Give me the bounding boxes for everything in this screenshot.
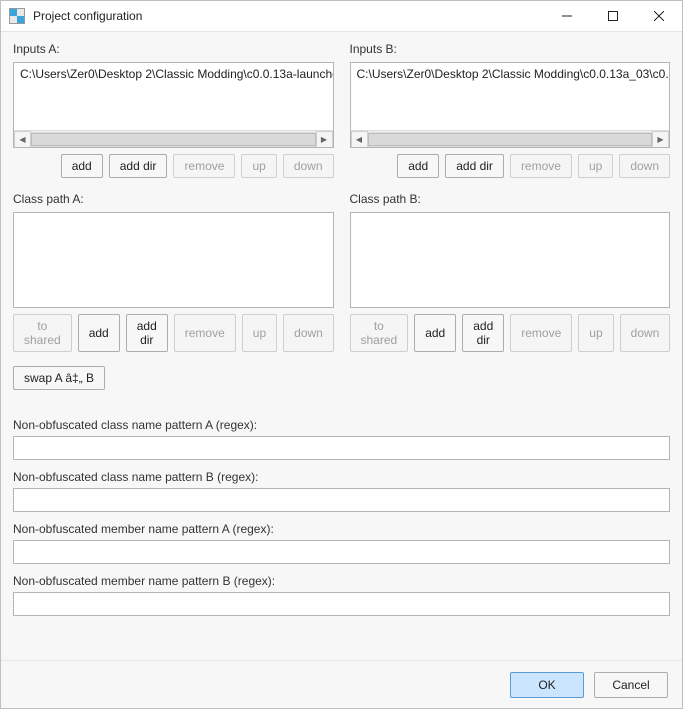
field-class-pattern-a: Non-obfuscated class name pattern A (reg…	[13, 418, 670, 460]
inputs-b-buttons: add add dir remove up down	[350, 154, 671, 178]
add-dir-button[interactable]: add dir	[462, 314, 504, 352]
ok-button[interactable]: OK	[510, 672, 584, 698]
class-pattern-b-input[interactable]	[13, 488, 670, 512]
field-member-pattern-a: Non-obfuscated member name pattern A (re…	[13, 522, 670, 564]
classpath-b-section: Class path B: to shared add add dir remo…	[350, 192, 671, 352]
remove-button[interactable]: remove	[510, 314, 572, 352]
add-button[interactable]: add	[414, 314, 456, 352]
remove-button[interactable]: remove	[174, 314, 236, 352]
inputs-a-list[interactable]: C:\Users\Zer0\Desktop 2\Classic Modding\…	[13, 62, 334, 148]
minimize-button[interactable]	[544, 1, 590, 31]
remove-button[interactable]: remove	[510, 154, 572, 178]
up-button[interactable]: up	[578, 154, 613, 178]
close-button[interactable]	[636, 1, 682, 31]
classpath-b-buttons: to shared add add dir remove up down	[350, 314, 671, 352]
swap-row: swap A â‡„ B	[13, 366, 670, 390]
class-pattern-b-label: Non-obfuscated class name pattern B (reg…	[13, 470, 670, 484]
inputs-b-list[interactable]: C:\Users\Zer0\Desktop 2\Classic Modding\…	[350, 62, 671, 148]
inputs-a-section: Inputs A: C:\Users\Zer0\Desktop 2\Classi…	[13, 42, 334, 178]
add-dir-button[interactable]: add dir	[445, 154, 504, 178]
inputs-b-label: Inputs B:	[350, 42, 671, 56]
classpath-a-label: Class path A:	[13, 192, 334, 206]
member-pattern-a-label: Non-obfuscated member name pattern A (re…	[13, 522, 670, 536]
inputs-a-label: Inputs A:	[13, 42, 334, 56]
add-dir-button[interactable]: add dir	[109, 154, 168, 178]
field-class-pattern-b: Non-obfuscated class name pattern B (reg…	[13, 470, 670, 512]
inputs-b-scrollbar[interactable]: ◀ ▶	[351, 130, 670, 147]
inputs-a-scrollbar[interactable]: ◀ ▶	[14, 130, 333, 147]
maximize-button[interactable]	[590, 1, 636, 31]
member-pattern-b-label: Non-obfuscated member name pattern B (re…	[13, 574, 670, 588]
classpath-row: Class path A: to shared add add dir remo…	[13, 192, 670, 352]
app-icon	[9, 8, 25, 24]
to-shared-button[interactable]: to shared	[350, 314, 409, 352]
add-button[interactable]: add	[78, 314, 120, 352]
member-pattern-a-input[interactable]	[13, 540, 670, 564]
add-button[interactable]: add	[61, 154, 103, 178]
down-button[interactable]: down	[283, 154, 334, 178]
member-pattern-b-input[interactable]	[13, 592, 670, 616]
dialog-footer: OK Cancel	[1, 660, 682, 708]
classpath-b-list[interactable]	[350, 212, 671, 308]
classpath-b-label: Class path B:	[350, 192, 671, 206]
scroll-left-icon[interactable]: ◀	[351, 131, 368, 148]
remove-button[interactable]: remove	[173, 154, 235, 178]
scroll-right-icon[interactable]: ▶	[652, 131, 669, 148]
class-pattern-a-input[interactable]	[13, 436, 670, 460]
classpath-a-list[interactable]	[13, 212, 334, 308]
cancel-button[interactable]: Cancel	[594, 672, 668, 698]
add-button[interactable]: add	[397, 154, 439, 178]
dialog-project-configuration: Project configuration Inputs A: C:\Users…	[0, 0, 683, 709]
up-button[interactable]: up	[242, 314, 277, 352]
list-item[interactable]: C:\Users\Zer0\Desktop 2\Classic Modding\…	[351, 65, 670, 83]
content-area: Inputs A: C:\Users\Zer0\Desktop 2\Classi…	[1, 32, 682, 660]
scroll-right-icon[interactable]: ▶	[316, 131, 333, 148]
window-controls	[544, 1, 682, 31]
to-shared-button[interactable]: to shared	[13, 314, 72, 352]
swap-button[interactable]: swap A â‡„ B	[13, 366, 105, 390]
down-button[interactable]: down	[620, 314, 671, 352]
inputs-b-section: Inputs B: C:\Users\Zer0\Desktop 2\Classi…	[350, 42, 671, 178]
class-pattern-a-label: Non-obfuscated class name pattern A (reg…	[13, 418, 670, 432]
add-dir-button[interactable]: add dir	[126, 314, 168, 352]
window-title: Project configuration	[33, 9, 544, 23]
down-button[interactable]: down	[283, 314, 334, 352]
scroll-left-icon[interactable]: ◀	[14, 131, 31, 148]
up-button[interactable]: up	[241, 154, 276, 178]
classpath-a-section: Class path A: to shared add add dir remo…	[13, 192, 334, 352]
pattern-fields: Non-obfuscated class name pattern A (reg…	[13, 418, 670, 626]
inputs-row: Inputs A: C:\Users\Zer0\Desktop 2\Classi…	[13, 42, 670, 178]
titlebar: Project configuration	[1, 1, 682, 32]
inputs-a-buttons: add add dir remove up down	[13, 154, 334, 178]
down-button[interactable]: down	[619, 154, 670, 178]
list-item[interactable]: C:\Users\Zer0\Desktop 2\Classic Modding\…	[14, 65, 333, 83]
field-member-pattern-b: Non-obfuscated member name pattern B (re…	[13, 574, 670, 616]
classpath-a-buttons: to shared add add dir remove up down	[13, 314, 334, 352]
up-button[interactable]: up	[578, 314, 613, 352]
